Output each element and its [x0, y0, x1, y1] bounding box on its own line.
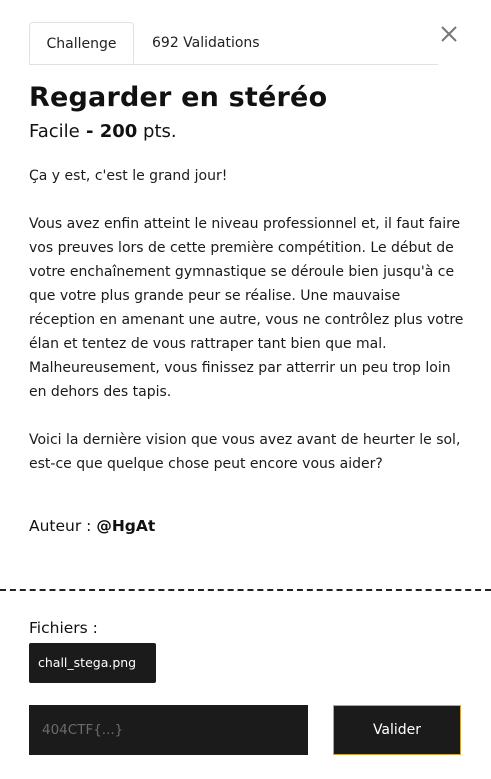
- description-paragraph: Voici la dernière vision que vous avez a…: [29, 432, 461, 472]
- description-paragraph: Vous avez enfin atteint le niveau profes…: [29, 216, 464, 400]
- challenge-subtitle: Facile - 200 pts.: [29, 121, 177, 142]
- points: 200: [99, 121, 138, 142]
- author-line: Auteur : @HgAt: [29, 517, 155, 535]
- tab-challenge[interactable]: Challenge: [29, 22, 134, 64]
- tab-validations[interactable]: 692 Validations: [152, 22, 260, 63]
- flag-input[interactable]: [29, 705, 308, 755]
- points-unit: pts.: [137, 121, 177, 142]
- close-icon[interactable]: [440, 25, 458, 43]
- submit-button[interactable]: Valider: [333, 705, 461, 755]
- author-handle: @HgAt: [96, 517, 156, 535]
- separator: -: [79, 121, 100, 142]
- files-label: Fichiers :: [29, 619, 98, 637]
- difficulty: Facile: [29, 121, 80, 142]
- author-label: Auteur :: [29, 517, 97, 535]
- file-download-button[interactable]: chall_stega.png: [29, 643, 156, 683]
- tab-bar: Challenge 692 Validations: [29, 22, 438, 65]
- challenge-description: Ça y est, c'est le grand jour! Vous avez…: [29, 164, 469, 476]
- challenge-title: Regarder en stéréo: [29, 82, 328, 113]
- challenge-modal: Challenge 692 Validations Regarder en st…: [0, 0, 491, 779]
- section-divider: [0, 589, 491, 591]
- description-paragraph: Ça y est, c'est le grand jour!: [29, 168, 228, 184]
